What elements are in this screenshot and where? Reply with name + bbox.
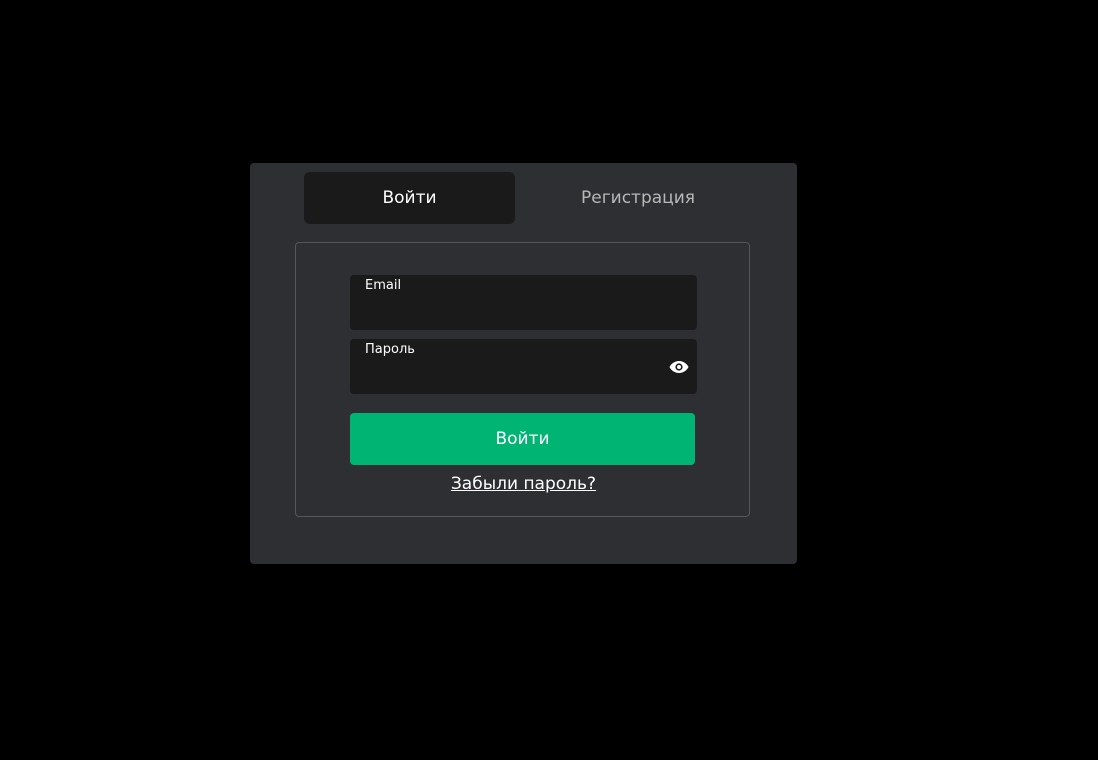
email-field[interactable]: Email: [350, 275, 697, 330]
login-button[interactable]: Войти: [350, 413, 695, 465]
forgot-password-link[interactable]: Забыли пароль?: [296, 474, 751, 494]
auth-tabs: Войти Регистрация: [304, 172, 744, 224]
tab-register[interactable]: Регистрация: [532, 172, 744, 224]
tab-login-label: Войти: [382, 188, 437, 208]
tab-login[interactable]: Войти: [304, 172, 515, 224]
login-form: Email Пароль Войти Забыли пароль?: [295, 242, 750, 517]
email-input[interactable]: [365, 299, 669, 325]
eye-icon[interactable]: [669, 359, 689, 373]
email-label: Email: [365, 278, 402, 293]
auth-modal: Войти Регистрация Email Пароль Войти Заб…: [250, 163, 797, 564]
forgot-password-label[interactable]: Забыли пароль?: [451, 474, 596, 494]
password-label: Пароль: [365, 342, 415, 357]
tab-register-label: Регистрация: [581, 188, 695, 208]
password-input[interactable]: [365, 363, 669, 389]
password-field[interactable]: Пароль: [350, 339, 697, 394]
